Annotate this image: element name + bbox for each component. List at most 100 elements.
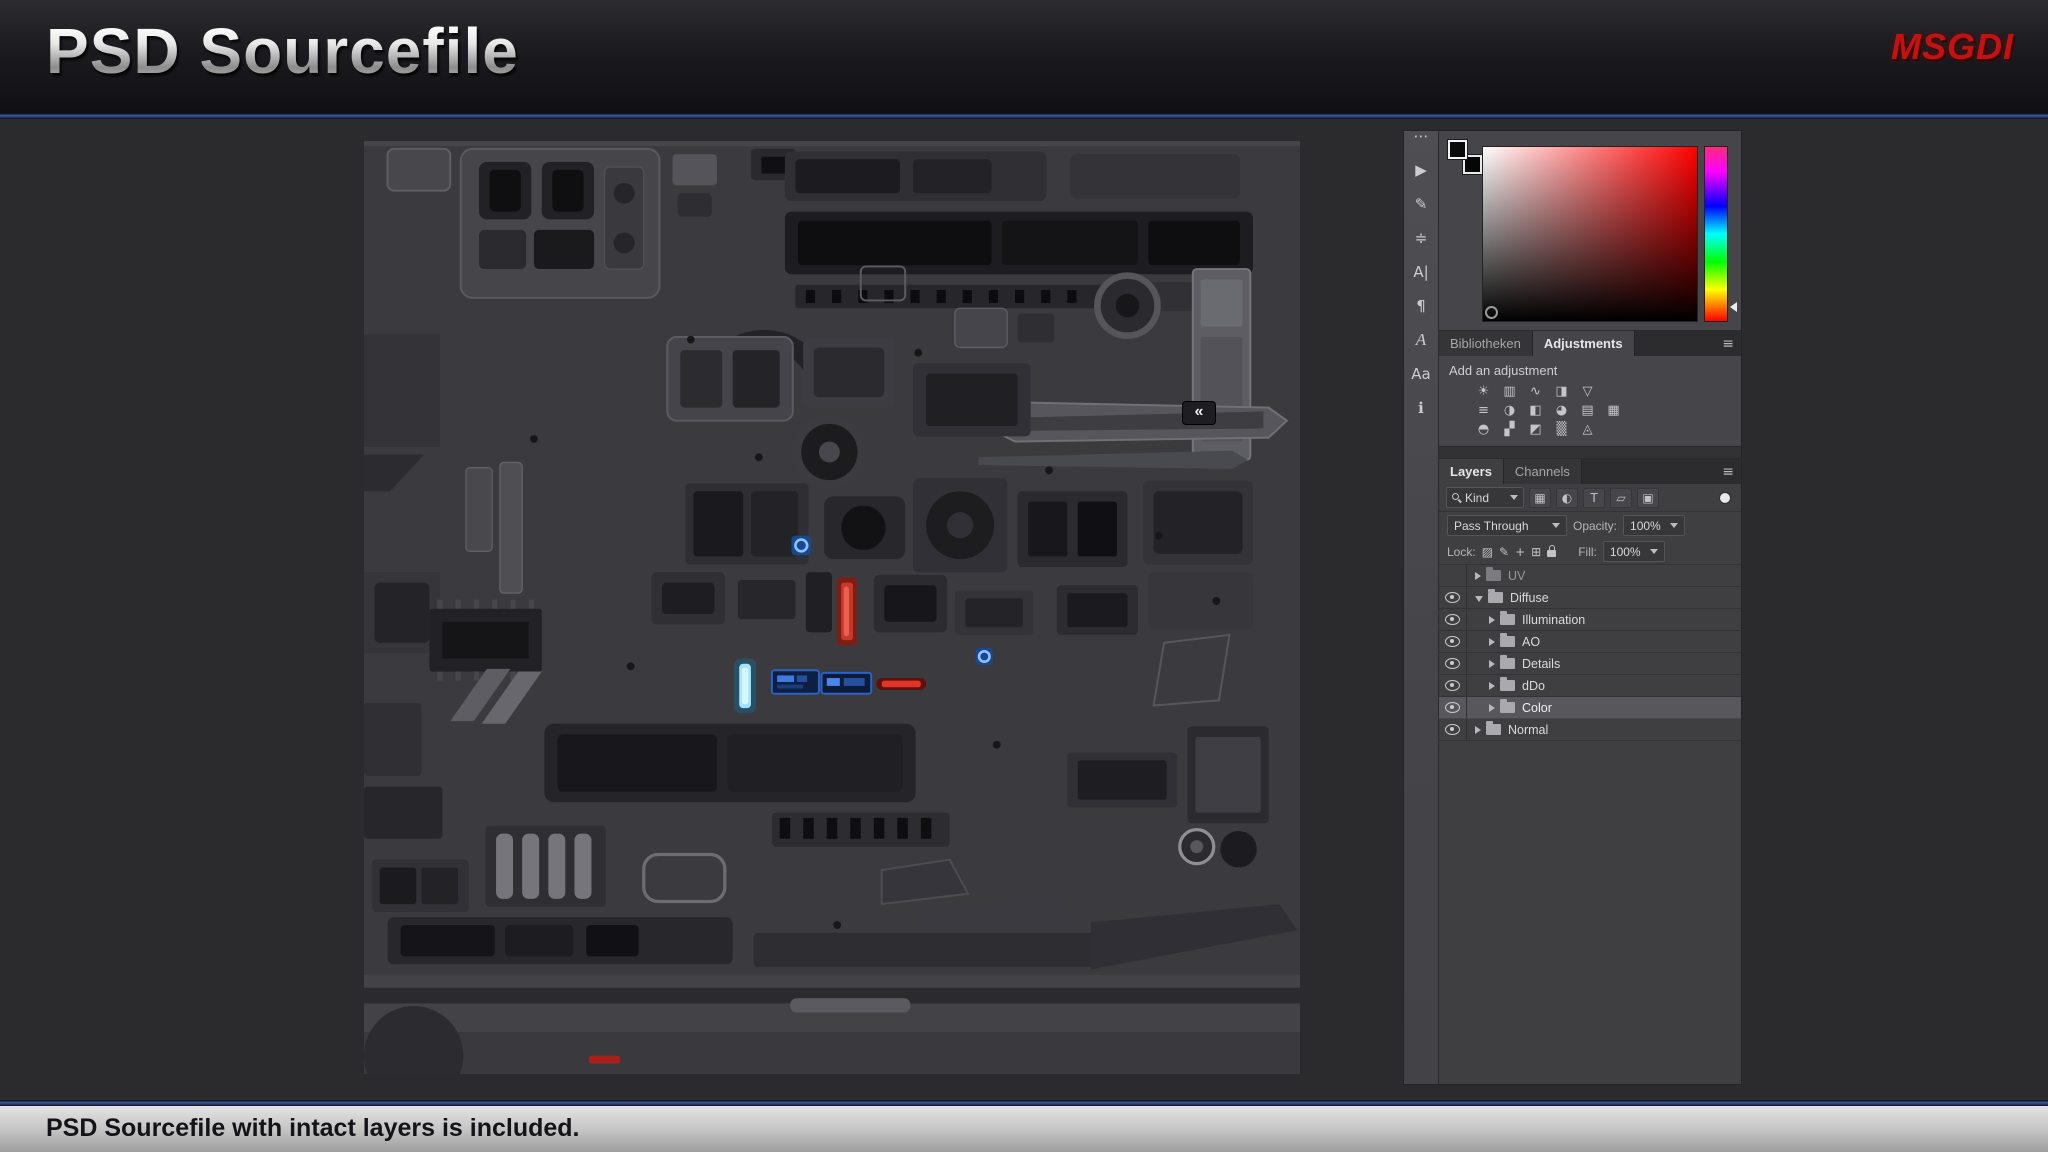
lock-artboard-icon[interactable]: ⊞ xyxy=(1531,545,1541,559)
adjustments-panel: Add an adjustment ☀ ▥ ∿ ◨ ▽ ≡ ◑ ◧ ◕ ▤ ▦ xyxy=(1439,356,1741,446)
expand-arrow-icon[interactable] xyxy=(1475,726,1481,734)
threshold-icon[interactable]: ◩ xyxy=(1525,421,1546,438)
panel-icon-sliver: ⋯ ▶ ✎ ≑ A| ¶ A Aa ℹ xyxy=(1404,131,1439,1084)
lock-label: Lock: xyxy=(1447,545,1476,559)
fill-dropdown[interactable]: 100% xyxy=(1603,541,1665,562)
expand-arrow-icon[interactable] xyxy=(1475,572,1481,580)
visibility-toggle[interactable] xyxy=(1439,565,1467,586)
layer-row-ao[interactable]: AO xyxy=(1439,631,1741,653)
eye-icon xyxy=(1445,636,1460,647)
filtering-toggle[interactable] xyxy=(1720,493,1730,503)
filter-pixel-layers-icon[interactable]: ▦ xyxy=(1529,488,1551,508)
group-folder-icon xyxy=(1500,614,1515,625)
expand-arrow-icon[interactable] xyxy=(1489,682,1495,690)
opacity-dropdown[interactable]: 100% xyxy=(1623,515,1685,536)
layer-row-ddo[interactable]: dDo xyxy=(1439,675,1741,697)
layers-empty-area xyxy=(1439,741,1741,1084)
tab-channels[interactable]: Channels xyxy=(1504,459,1582,484)
collapse-arrow-icon[interactable] xyxy=(1475,596,1483,602)
black-white-icon[interactable]: ◧ xyxy=(1525,402,1546,419)
group-folder-icon xyxy=(1500,658,1515,669)
visibility-toggle[interactable] xyxy=(1439,609,1467,630)
filter-adjustment-layers-icon[interactable]: ◐ xyxy=(1556,488,1578,508)
layer-row-uv[interactable]: UV xyxy=(1439,565,1741,587)
eye-icon xyxy=(1445,680,1460,691)
chevron-down-icon xyxy=(1670,523,1678,528)
hue-slider-marker[interactable] xyxy=(1730,302,1737,312)
gradient-map-icon[interactable]: ▒ xyxy=(1551,421,1572,438)
expand-arrow-icon[interactable] xyxy=(1489,616,1495,624)
character-icon[interactable]: A| xyxy=(1404,255,1438,289)
posterize-icon[interactable]: ▞ xyxy=(1499,421,1520,438)
visibility-toggle[interactable] xyxy=(1439,587,1467,608)
chevron-down-icon xyxy=(1552,523,1560,528)
paragraph-icon[interactable]: ¶ xyxy=(1404,289,1438,323)
channel-mixer-icon[interactable]: ▤ xyxy=(1577,402,1598,419)
panel-menu-icon[interactable]: ≡ xyxy=(1722,331,1734,356)
exposure-icon[interactable]: ◨ xyxy=(1551,383,1572,400)
panel-gap xyxy=(1439,446,1741,459)
add-adjustment-label: Add an adjustment xyxy=(1449,363,1733,378)
tool-presets-icon[interactable]: ✎ xyxy=(1404,187,1438,221)
eye-icon xyxy=(1445,658,1460,669)
curves-icon[interactable]: ∿ xyxy=(1525,383,1546,400)
filter-smart-objects-icon[interactable]: ▣ xyxy=(1637,488,1659,508)
lock-row: Lock: ▨ ✎ + ⊞ Fill: 100% xyxy=(1439,539,1741,565)
layer-row-normal[interactable]: Normal xyxy=(1439,719,1741,741)
layer-row-details[interactable]: Details xyxy=(1439,653,1741,675)
info-icon[interactable]: ℹ xyxy=(1404,391,1438,425)
lock-transparency-icon[interactable]: ▨ xyxy=(1482,545,1493,559)
hue-saturation-icon[interactable]: ≡ xyxy=(1473,402,1494,419)
visibility-toggle[interactable] xyxy=(1439,631,1467,652)
panel-column: Bibliotheken Adjustments ≡ Add an adjust… xyxy=(1439,131,1741,1084)
selective-color-icon[interactable]: ◬ xyxy=(1577,421,1598,438)
saturation-brightness-field[interactable] xyxy=(1482,146,1698,322)
invert-icon[interactable]: ◓ xyxy=(1473,421,1494,438)
expand-arrow-icon[interactable] xyxy=(1489,638,1495,646)
visibility-toggle[interactable] xyxy=(1439,653,1467,674)
collapse-panels-button[interactable]: « xyxy=(1182,401,1216,425)
visibility-toggle[interactable] xyxy=(1439,719,1467,740)
clipped-panel-icon[interactable]: ⋯ xyxy=(1404,131,1438,153)
lock-pixels-icon[interactable]: ✎ xyxy=(1499,545,1509,559)
tab-adjustments[interactable]: Adjustments xyxy=(1533,331,1635,356)
brightness-contrast-icon[interactable]: ☀ xyxy=(1473,383,1494,400)
chevron-down-icon xyxy=(1650,549,1658,554)
footer-note: PSD Sourcefile with intact layers is inc… xyxy=(46,1114,579,1143)
vibrance-icon[interactable]: ▽ xyxy=(1577,383,1598,400)
foreground-color-swatch[interactable] xyxy=(1448,140,1467,159)
msgdi-logo: MSGDI xyxy=(1891,26,2014,68)
color-cursor[interactable] xyxy=(1485,306,1498,319)
lock-position-icon[interactable]: + xyxy=(1515,545,1525,559)
layer-row-diffuse[interactable]: Diffuse xyxy=(1439,587,1741,609)
adjustments-tabbar: Bibliotheken Adjustments ≡ xyxy=(1439,331,1741,356)
filter-type-layers-icon[interactable]: T xyxy=(1583,488,1605,508)
actions-icon[interactable]: ▶ xyxy=(1404,153,1438,187)
filter-shape-layers-icon[interactable]: ▱ xyxy=(1610,488,1632,508)
blend-mode-dropdown[interactable]: Pass Through xyxy=(1447,515,1567,536)
hue-slider[interactable] xyxy=(1704,146,1728,322)
expand-arrow-icon[interactable] xyxy=(1489,704,1495,712)
fill-label: Fill: xyxy=(1578,545,1597,559)
blend-mode-value: Pass Through xyxy=(1454,519,1529,533)
color-lookup-icon[interactable]: ▦ xyxy=(1603,402,1624,419)
tab-layers[interactable]: Layers xyxy=(1439,459,1504,484)
group-folder-icon xyxy=(1488,592,1503,603)
visibility-toggle[interactable] xyxy=(1439,675,1467,696)
photo-filter-icon[interactable]: ◕ xyxy=(1551,402,1572,419)
layer-row-illumination[interactable]: Illumination xyxy=(1439,609,1741,631)
visibility-toggle[interactable] xyxy=(1439,697,1467,718)
glyphs-icon[interactable]: A xyxy=(1404,323,1438,357)
tab-bibliotheken[interactable]: Bibliotheken xyxy=(1439,331,1533,356)
character-styles-icon[interactable]: Aa xyxy=(1404,357,1438,391)
layer-row-color[interactable]: Color xyxy=(1439,697,1741,719)
properties-icon[interactable]: ≑ xyxy=(1404,221,1438,255)
color-balance-icon[interactable]: ◑ xyxy=(1499,402,1520,419)
filter-kind-dropdown[interactable]: Kind xyxy=(1446,487,1524,508)
layer-name: Details xyxy=(1522,657,1560,671)
levels-icon[interactable]: ▥ xyxy=(1499,383,1520,400)
panel-menu-icon[interactable]: ≡ xyxy=(1722,459,1734,484)
expand-arrow-icon[interactable] xyxy=(1489,660,1495,668)
layer-name: Color xyxy=(1522,701,1552,715)
lock-all-icon[interactable] xyxy=(1547,550,1556,557)
